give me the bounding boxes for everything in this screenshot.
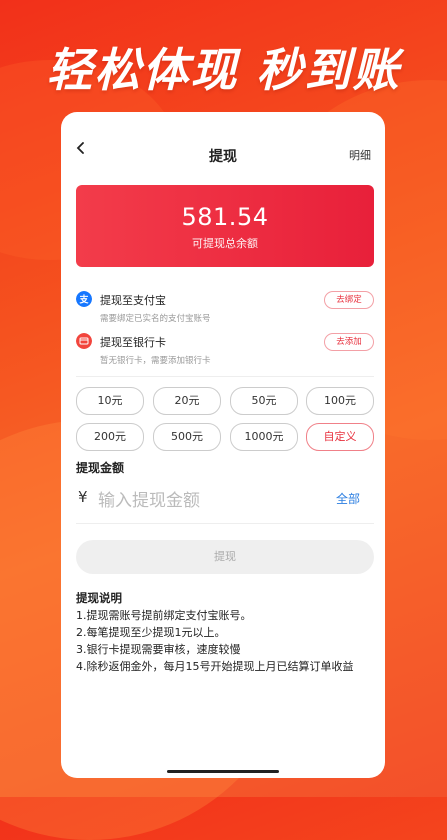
withdraw-all-link[interactable]: 全部 bbox=[336, 490, 360, 507]
balance-amount: 581.54 bbox=[181, 203, 269, 231]
method-name: 提现至银行卡 bbox=[100, 336, 166, 349]
amount-label: 提现金额 bbox=[76, 461, 125, 475]
method-bank-card[interactable]: 提现至银行卡 暂无银行卡，需要添加银行卡 去添加 bbox=[76, 331, 374, 367]
promo-headline: 轻松体现 秒到账 bbox=[46, 43, 401, 97]
add-bank-card-button[interactable]: 去添加 bbox=[324, 333, 374, 351]
method-name: 提现至支付宝 bbox=[100, 294, 166, 307]
bank-card-icon bbox=[76, 333, 92, 349]
page-title: 提现 bbox=[209, 149, 237, 165]
divider bbox=[76, 523, 374, 524]
method-desc: 需要绑定已实名的支付宝账号 bbox=[100, 314, 211, 324]
phone-screen: 提现 明细 581.54 可提现总余额 支 提现至支付宝 需要绑定已实名的支付宝… bbox=[61, 112, 385, 778]
balance-card: 581.54 可提现总余额 bbox=[76, 185, 374, 267]
custom-amount-chip[interactable]: 自定义 bbox=[306, 423, 374, 451]
nav-bar: 提现 明细 bbox=[61, 112, 385, 174]
amount-chip[interactable]: 50元 bbox=[230, 387, 298, 415]
withdraw-button[interactable]: 提现 bbox=[76, 540, 374, 574]
alipay-icon: 支 bbox=[76, 291, 92, 307]
detail-link[interactable]: 明细 bbox=[349, 147, 371, 163]
home-indicator bbox=[167, 770, 279, 773]
notes-item: 4.除秒返佣金外，每月15号开始提现上月已结算订单收益 bbox=[76, 660, 354, 673]
amount-chip[interactable]: 20元 bbox=[153, 387, 221, 415]
amount-chip[interactable]: 1000元 bbox=[230, 423, 298, 451]
amount-chip[interactable]: 500元 bbox=[153, 423, 221, 451]
amount-chip[interactable]: 100元 bbox=[306, 387, 374, 415]
amount-input-row[interactable]: ¥ 输入提现金额 全部 bbox=[76, 484, 374, 516]
notes-item: 2.每笔提现至少提现1元以上。 bbox=[76, 626, 226, 639]
balance-label: 可提现总余额 bbox=[192, 237, 258, 250]
svg-text:支: 支 bbox=[78, 294, 89, 306]
notes-title: 提现说明 bbox=[76, 591, 122, 605]
bind-alipay-button[interactable]: 去绑定 bbox=[324, 291, 374, 309]
withdraw-notes: 提现说明 1.提现需账号提前绑定支付宝账号。 2.每笔提现至少提现1元以上。 3… bbox=[76, 590, 374, 675]
method-desc: 暂无银行卡，需要添加银行卡 bbox=[100, 356, 211, 366]
amount-input[interactable]: 输入提现金额 bbox=[98, 486, 200, 511]
method-alipay[interactable]: 支 提现至支付宝 需要绑定已实名的支付宝账号 去绑定 bbox=[76, 289, 374, 325]
amount-chip[interactable]: 200元 bbox=[76, 423, 144, 451]
amount-chip[interactable]: 10元 bbox=[76, 387, 144, 415]
divider bbox=[76, 376, 374, 377]
notes-item: 1.提现需账号提前绑定支付宝账号。 bbox=[76, 609, 252, 622]
notes-item: 3.银行卡提现需要审核，速度较慢 bbox=[76, 643, 241, 656]
currency-symbol: ¥ bbox=[78, 488, 88, 506]
